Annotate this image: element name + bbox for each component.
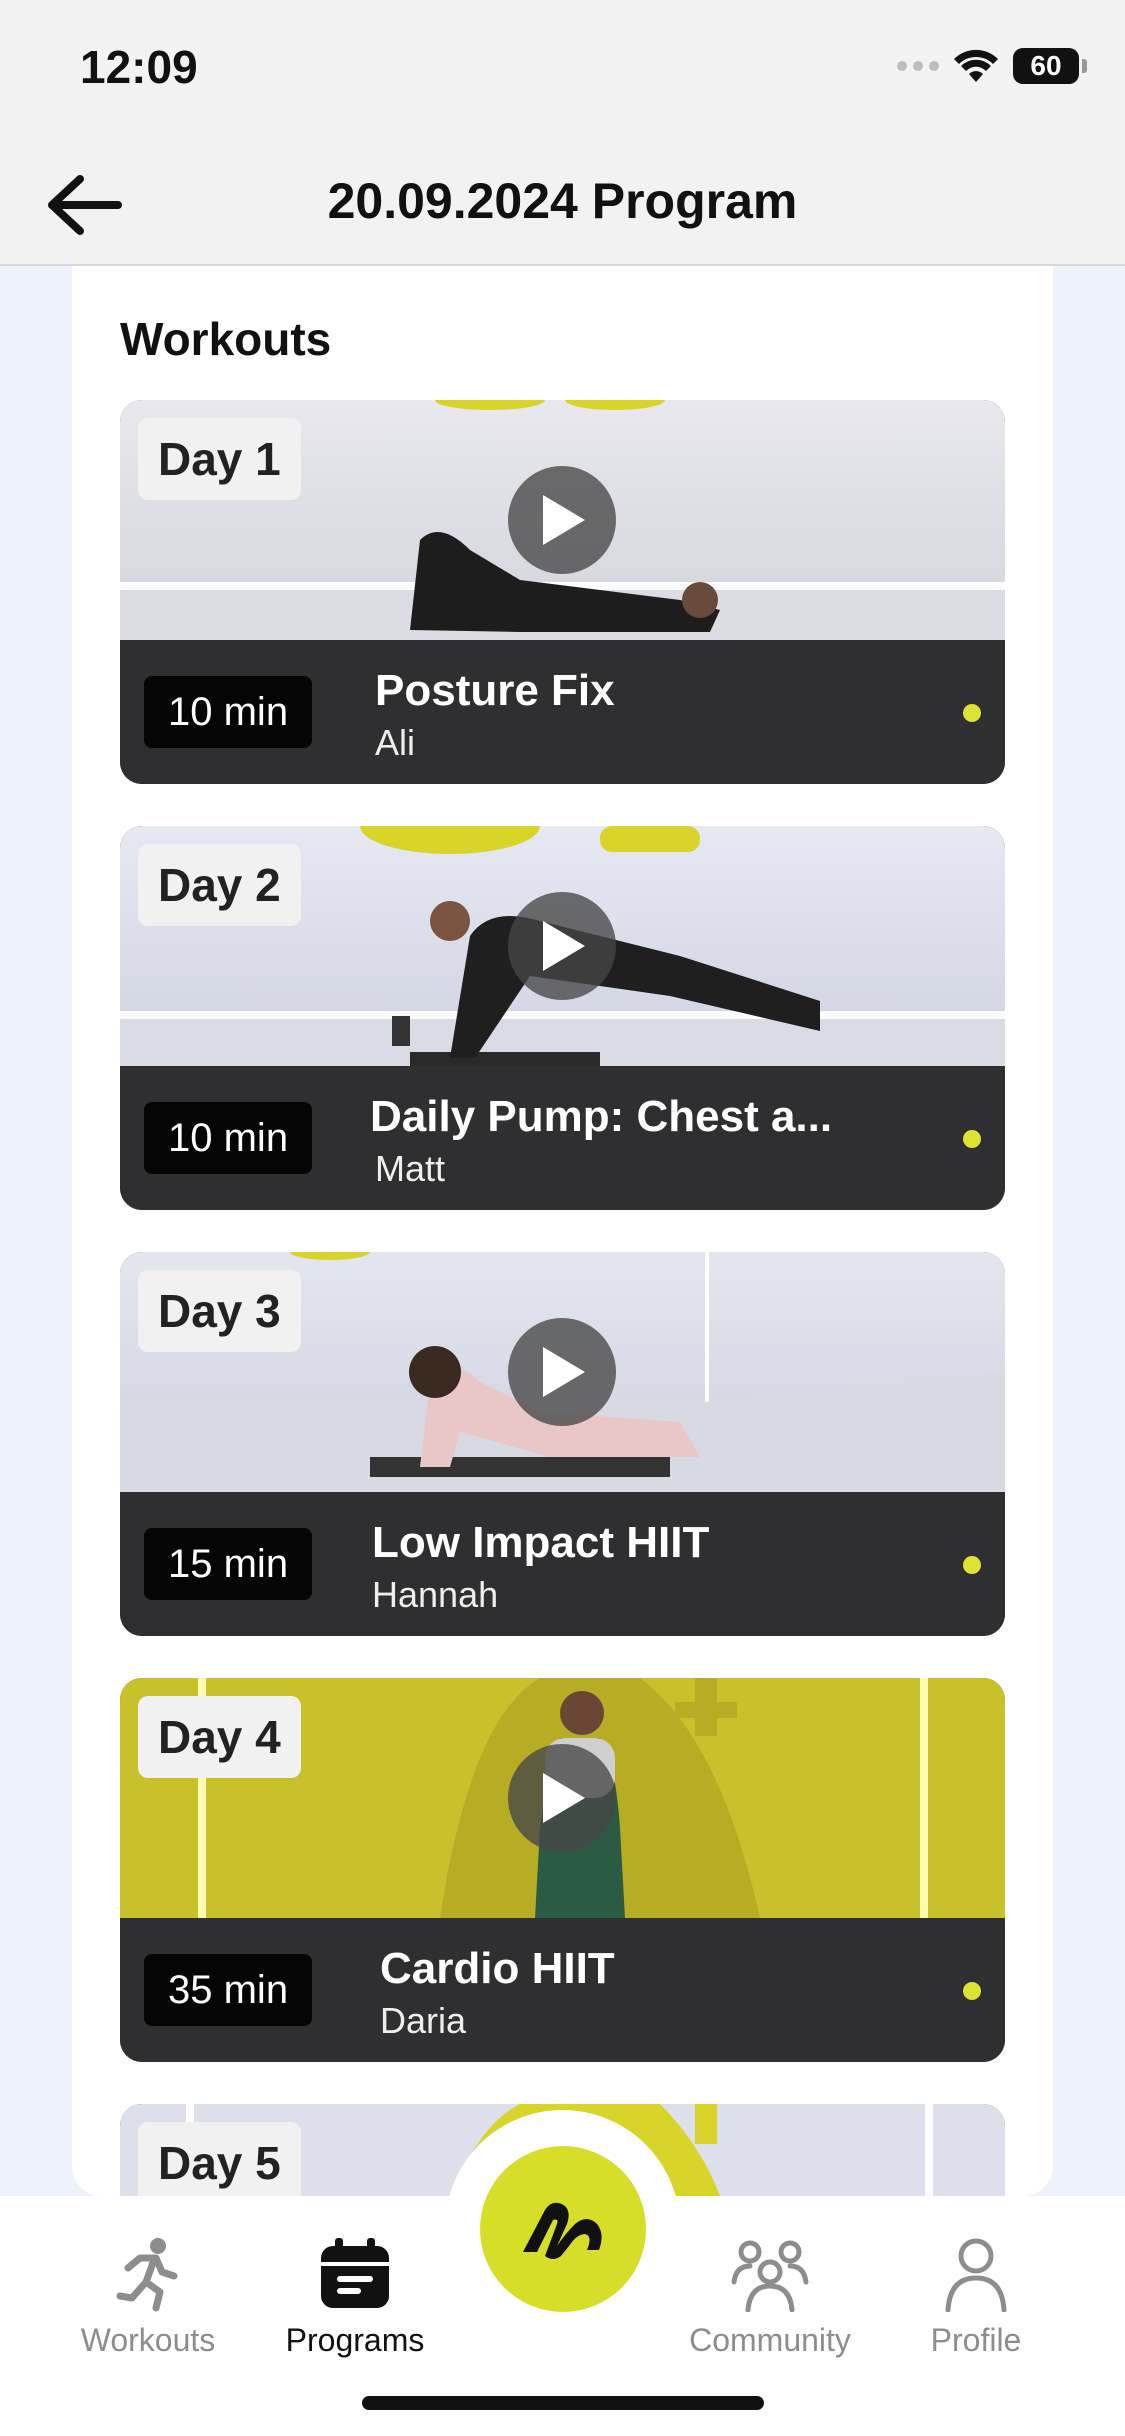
workout-trainer: Ali [375, 722, 416, 763]
program-content: Workouts Day 1 10 min Posture Fix Ali Da… [72, 266, 1053, 2196]
play-button[interactable] [508, 1318, 616, 1426]
status-dot [963, 1130, 981, 1148]
running-person-icon [116, 2238, 178, 2312]
day-badge: Day 2 [138, 844, 301, 926]
play-icon [543, 1347, 585, 1397]
status-icons: 60 [897, 48, 1087, 84]
profile-icon [945, 2238, 1007, 2312]
workout-thumbnail: Day 4 [120, 1678, 1005, 1918]
nav-label: Profile [930, 2322, 1022, 2358]
status-dot [963, 704, 981, 722]
workout-card-day-2[interactable]: Day 2 10 min Daily Pump: Chest a... Matt [120, 826, 1005, 1210]
day-badge: Day 5 [138, 2122, 301, 2196]
play-icon [543, 921, 585, 971]
tab-community[interactable]: Community [670, 2236, 870, 2359]
workout-title: Posture Fix [375, 666, 615, 715]
workout-info: 10 min Posture Fix Ali [120, 640, 1005, 784]
nav-label: Programs [285, 2322, 425, 2358]
status-bar: 12:09 60 [0, 0, 1125, 140]
status-time: 12:09 [80, 41, 198, 93]
workout-info: 10 min Daily Pump: Chest a... Matt [120, 1066, 1005, 1210]
workout-thumbnail: Day 1 [120, 400, 1005, 640]
workout-thumbnail: Day 3 [120, 1252, 1005, 1492]
workout-title: Low Impact HIIT [372, 1518, 710, 1567]
play-button[interactable] [508, 892, 616, 1000]
day-badge: Day 1 [138, 418, 301, 500]
workout-title: Daily Pump: Chest a... [370, 1092, 833, 1141]
header: 20.09.2024 Program [0, 140, 1125, 266]
battery-icon: 60 [1013, 48, 1087, 84]
duration-badge: 35 min [144, 1954, 313, 2026]
status-dot [963, 1556, 981, 1574]
app-logo-icon [523, 2202, 602, 2259]
workout-thumbnail: Day 2 [120, 826, 1005, 1066]
play-icon [543, 1773, 585, 1823]
calendar-icon [321, 2238, 389, 2308]
tab-workouts[interactable]: Workouts [48, 2236, 248, 2359]
duration-badge: 10 min [144, 1102, 313, 1174]
day-badge: Day 4 [138, 1696, 301, 1778]
wifi-icon [954, 49, 998, 82]
workout-card-day-4[interactable]: Day 4 35 min Cardio HIIT Daria [120, 1678, 1005, 2062]
tab-programs[interactable]: Programs [255, 2236, 455, 2359]
nav-label: Community [689, 2322, 851, 2358]
workout-title: Cardio HIIT [380, 1944, 615, 1993]
workout-info: 15 min Low Impact HIIT Hannah [120, 1492, 1005, 1636]
workout-info: 35 min Cardio HIIT Daria [120, 1918, 1005, 2062]
community-icon [731, 2240, 809, 2312]
cellular-signal-icon [897, 61, 939, 71]
duration-badge: 10 min [144, 676, 313, 748]
workout-trainer: Matt [375, 1148, 446, 1189]
nav-label: Workouts [80, 2322, 216, 2358]
tab-profile[interactable]: Profile [876, 2236, 1076, 2359]
workout-trainer: Hannah [372, 1574, 499, 1615]
workout-trainer: Daria [380, 2000, 467, 2041]
day-badge: Day 3 [138, 1270, 301, 1352]
center-action-button[interactable] [480, 2146, 646, 2312]
section-title: Workouts [120, 313, 332, 365]
workout-card-day-3[interactable]: Day 3 15 min Low Impact HIIT Hannah [120, 1252, 1005, 1636]
page-title: 20.09.2024 Program [327, 173, 798, 229]
play-button[interactable] [508, 1744, 616, 1852]
duration-badge: 15 min [144, 1528, 313, 1600]
status-dot [963, 1982, 981, 2000]
workout-card-day-1[interactable]: Day 1 10 min Posture Fix Ali [120, 400, 1005, 784]
home-indicator [362, 2396, 764, 2410]
play-button[interactable] [508, 466, 616, 574]
play-icon [543, 495, 585, 545]
